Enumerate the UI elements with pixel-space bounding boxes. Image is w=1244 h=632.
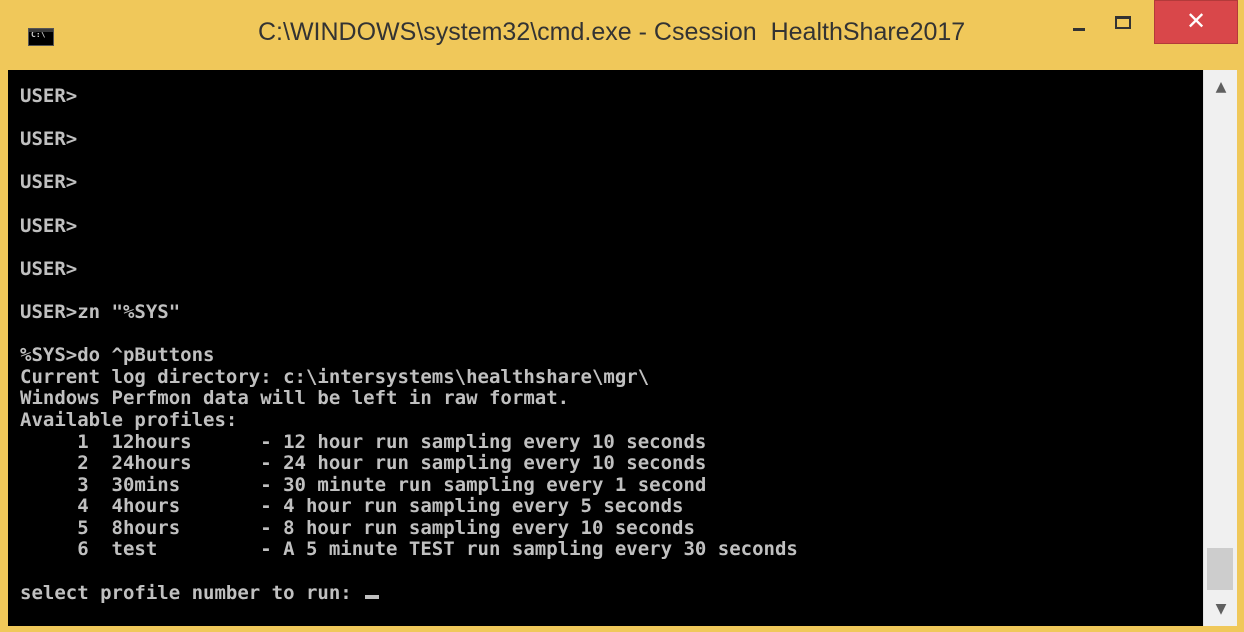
window-title: C:\WINDOWS\system32\cmd.exe - Csession H… [258, 18, 966, 46]
close-button[interactable]: ✕ [1154, 0, 1238, 44]
minimize-icon [1073, 28, 1085, 31]
minimize-button[interactable] [1060, 0, 1098, 44]
close-icon: ✕ [1185, 7, 1207, 35]
console-line: select profile number to run: [20, 581, 364, 604]
console-line: Windows Perfmon data will be left in raw… [20, 387, 570, 410]
console-text: USER> USER> USER> USER> USER> USER>zn "%… [20, 85, 798, 604]
maximize-icon [1115, 16, 1131, 29]
scrollbar-thumb[interactable] [1207, 548, 1233, 590]
console-line: Available profiles: [20, 408, 238, 431]
console-line: USER>zn "%SYS" [20, 300, 181, 323]
console-line: USER> [20, 257, 78, 280]
maximize-button[interactable] [1104, 0, 1142, 44]
console-line: 2 24hours - 24 hour run sampling every 1… [20, 452, 707, 475]
scroll-up-arrow-icon[interactable]: ▲ [1204, 70, 1238, 104]
console-line: USER> [20, 85, 78, 107]
scroll-down-arrow-icon[interactable]: ▼ [1204, 592, 1238, 626]
console-line: USER> [20, 171, 78, 194]
console-line: 4 4hours - 4 hour run sampling every 5 s… [20, 495, 684, 518]
console-line: Current log directory: c:\intersystems\h… [20, 365, 650, 388]
console-output[interactable]: USER> USER> USER> USER> USER> USER>zn "%… [8, 70, 1203, 626]
cmd-icon[interactable] [28, 28, 54, 46]
console-line: %SYS>do ^pButtons [20, 344, 215, 367]
console-line: 6 test - A 5 minute TEST run sampling ev… [20, 538, 798, 561]
vertical-scrollbar[interactable]: ▲ ▼ [1203, 70, 1237, 626]
console-window: C:\WINDOWS\system32\cmd.exe - Csession H… [0, 0, 1244, 632]
console-line: USER> [20, 214, 78, 237]
console-line: 5 8hours - 8 hour run sampling every 10 … [20, 516, 695, 539]
console-line: USER> [20, 128, 78, 151]
title-bar[interactable]: C:\WINDOWS\system32\cmd.exe - Csession H… [0, 0, 1244, 70]
text-cursor [365, 594, 380, 599]
console-line: 1 12hours - 12 hour run sampling every 1… [20, 430, 707, 453]
console-line: 3 30mins - 30 minute run sampling every … [20, 473, 707, 496]
